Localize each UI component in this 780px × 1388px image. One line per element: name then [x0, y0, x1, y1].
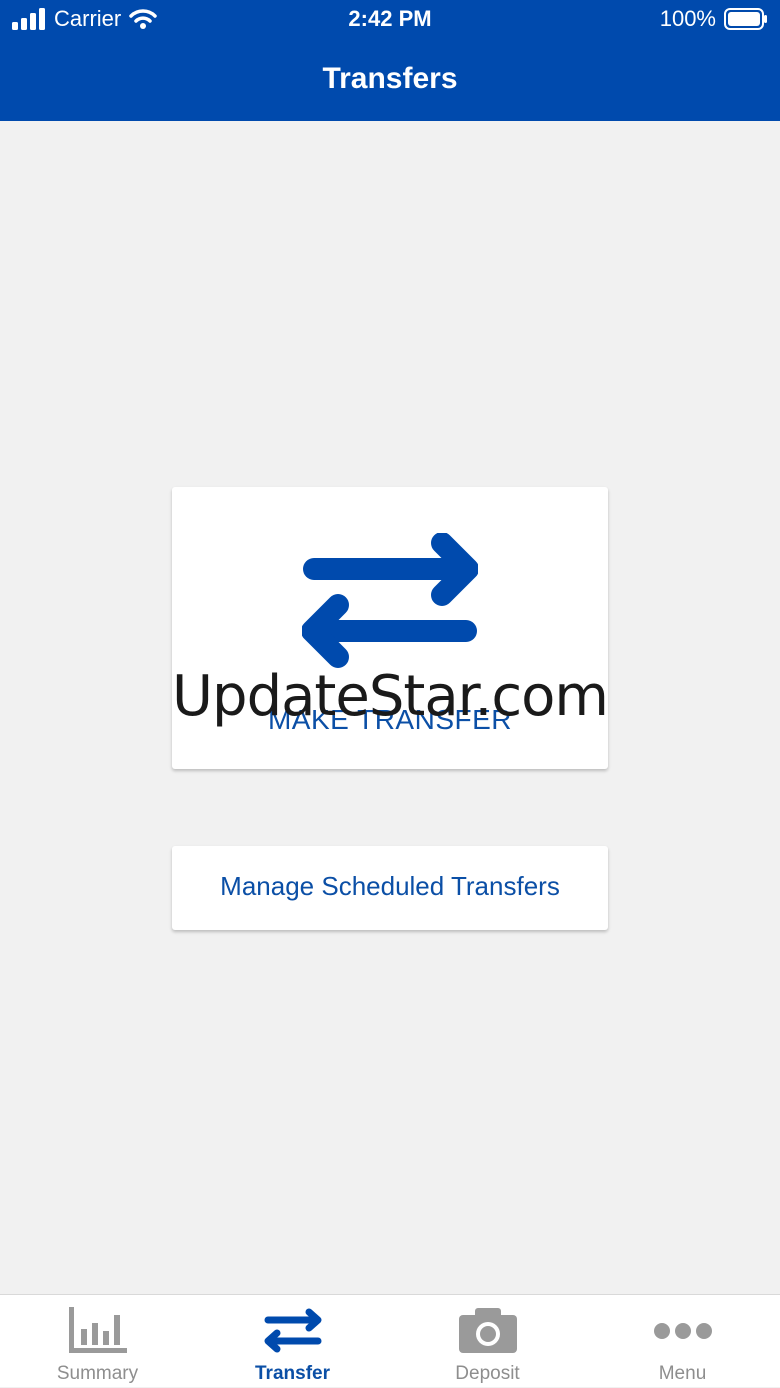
camera-icon — [459, 1308, 517, 1353]
tab-transfer[interactable]: Transfer — [195, 1295, 390, 1388]
status-bar: Carrier 2:42 PM 100% — [0, 0, 780, 40]
page-title: Transfers — [322, 62, 458, 95]
more-dots-icon — [654, 1323, 712, 1339]
bottom-tab-bar: Summary Transfer Deposit Menu — [0, 1294, 780, 1387]
tab-summary[interactable]: Summary — [0, 1295, 195, 1388]
tab-summary-label: Summary — [56, 1363, 139, 1384]
status-right: 100% — [660, 6, 768, 32]
transfer-arrows-icon — [264, 1308, 322, 1353]
battery-percentage: 100% — [659, 6, 716, 31]
tab-menu-label: Menu — [658, 1363, 707, 1384]
manage-scheduled-transfers-label: Manage Scheduled Transfers — [220, 871, 560, 901]
tab-menu[interactable]: Menu — [585, 1295, 780, 1388]
tab-deposit-label: Deposit — [455, 1363, 520, 1384]
bar-chart-icon — [69, 1307, 127, 1353]
app-header: Carrier 2:42 PM 100% Transfers — [0, 0, 780, 121]
watermark-text: UpdateStar.com — [172, 664, 609, 729]
transfer-arrows-icon — [302, 533, 478, 668]
battery-icon — [724, 8, 767, 30]
tab-transfer-label: Transfer — [255, 1363, 330, 1384]
tab-deposit[interactable]: Deposit — [390, 1295, 585, 1388]
